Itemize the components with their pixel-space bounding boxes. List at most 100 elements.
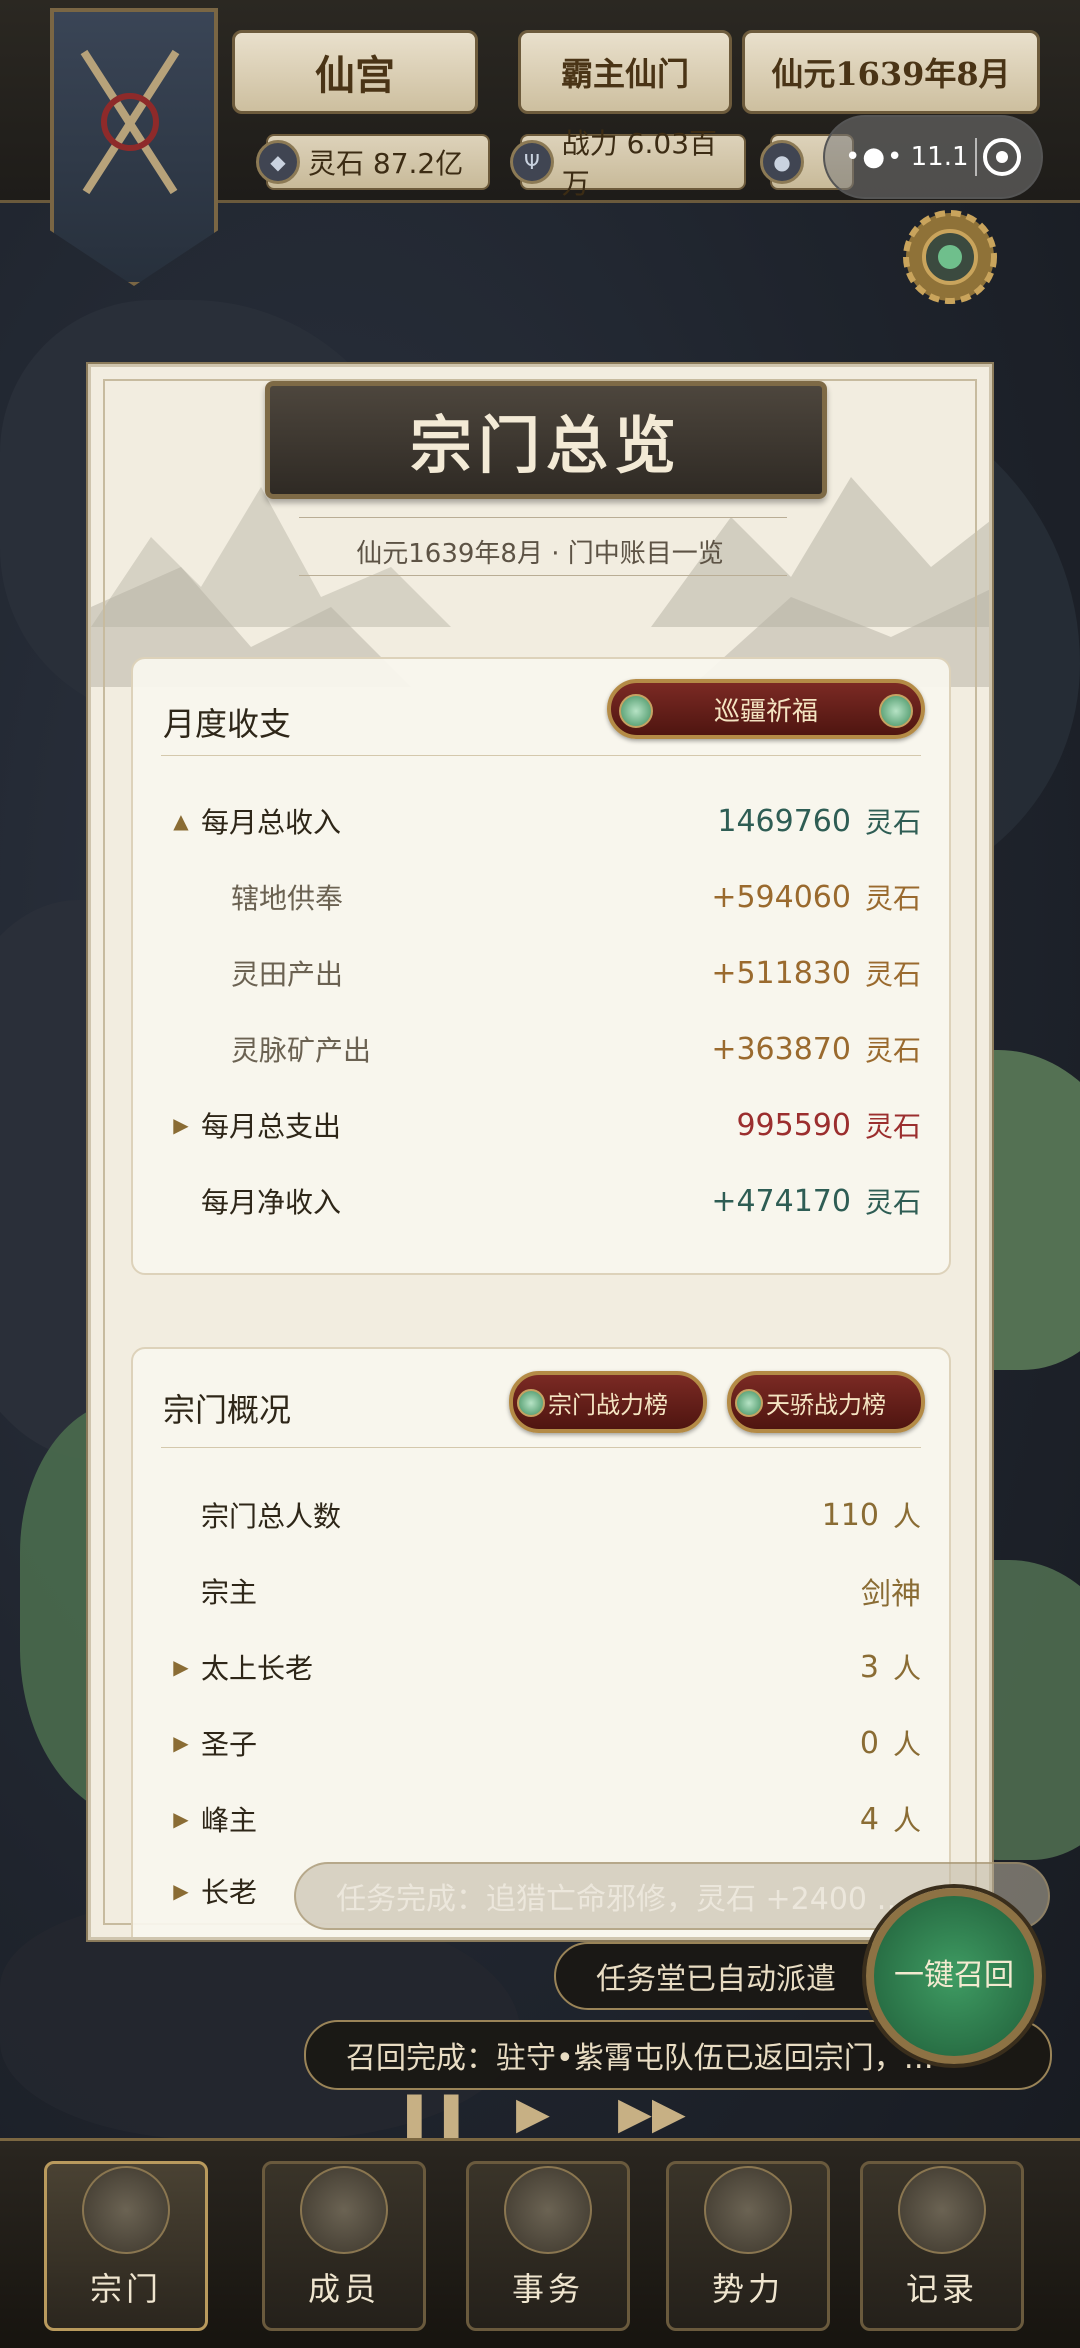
net-income-row: 每月净收入 +474170 灵石	[161, 1171, 921, 1231]
crossed-swords-icon	[80, 49, 180, 195]
row-label: 圣子	[201, 1728, 258, 1761]
expand-arrow-icon[interactable]: ▶	[161, 1731, 201, 1755]
settings-gear-icon[interactable]	[898, 205, 1002, 309]
prodigy-power-ranking-button[interactable]: 天骄战力榜	[727, 1371, 925, 1433]
pavilion-icon	[82, 2166, 170, 2254]
pause-icon[interactable]: ❚❚	[396, 2088, 470, 2139]
peak-master-row[interactable]: ▶ 峰主 4 人	[161, 1789, 921, 1849]
date-plaque: 仙元1639年8月	[742, 30, 1040, 114]
row-value: 3	[859, 1649, 879, 1685]
panel-title: 宗门总览	[265, 381, 827, 499]
trident-icon: Ψ	[510, 140, 554, 184]
row-value: 995590	[736, 1107, 851, 1143]
book-icon	[898, 2166, 986, 2254]
income-detail-row: 灵脉矿产出 +363870 灵石	[161, 1019, 921, 1079]
collapse-arrow-icon[interactable]: ▲	[161, 809, 201, 833]
sect-summary-card: 宗门概况 宗门战力榜 天骄战力榜 宗门总人数 110 人 宗主 剑神 ▶ 太上长…	[131, 1347, 951, 1937]
row-label: 太上长老	[201, 1652, 314, 1685]
row-value: +511830	[711, 955, 851, 991]
row-unit: 灵石	[864, 1110, 921, 1143]
row-value: +594060	[711, 879, 851, 915]
monthly-finance-card: 月度收支 巡疆祈福 ▲ 每月总收入 1469760 灵石 辖地供奉 +59406…	[131, 657, 951, 1275]
grand-elder-row[interactable]: ▶ 太上长老 3 人	[161, 1637, 921, 1697]
disciple-icon	[300, 2166, 388, 2254]
finance-divider	[161, 755, 921, 756]
row-label: 辖地供奉	[231, 882, 344, 915]
nav-tab-members[interactable]: 成员	[262, 2161, 426, 2331]
row-unit: 灵石	[864, 882, 921, 915]
expand-arrow-icon[interactable]: ▶	[161, 1879, 201, 1903]
sect-banner-emblem[interactable]	[50, 8, 218, 286]
one-click-recall-button[interactable]: 一键召回	[866, 1888, 1042, 2064]
income-total-row[interactable]: ▲ 每月总收入 1469760 灵石	[161, 791, 921, 851]
realm-plaque: 仙宫	[232, 30, 478, 114]
row-label: 每月总收入	[201, 806, 342, 839]
row-label: 每月总支出	[201, 1110, 342, 1143]
summary-divider	[161, 1447, 921, 1448]
expand-arrow-icon[interactable]: ▶	[161, 1655, 201, 1679]
bottom-navigation: 宗门 成员 事务 势力 记录	[0, 2138, 1080, 2348]
spirit-stone-icon: ◆	[256, 140, 300, 184]
jade-ornament-icon	[735, 1389, 763, 1417]
finance-heading: 月度收支	[163, 705, 292, 743]
row-unit: 灵石	[864, 806, 921, 839]
row-unit: 灵石	[864, 958, 921, 991]
capsule-text: 11.1	[910, 142, 969, 172]
income-detail-row: 灵田产出 +511830 灵石	[161, 943, 921, 1003]
row-value: +363870	[711, 1031, 851, 1067]
row-label: 灵田产出	[231, 958, 344, 991]
holy-son-row[interactable]: ▶ 圣子 0 人	[161, 1713, 921, 1773]
subtitle-divider-bottom	[299, 575, 787, 576]
sect-power-ranking-label: 宗门战力榜	[548, 1390, 668, 1419]
row-unit: 人	[892, 1500, 921, 1533]
play-speed-icon[interactable]: ▶	[516, 2088, 550, 2139]
row-value: +474170	[711, 1183, 851, 1219]
combat-power-counter: Ψ 战力 6.03百万	[510, 127, 746, 200]
row-value: 剑神	[861, 1577, 921, 1612]
jade-ornament-icon	[879, 694, 913, 728]
nav-tab-sect[interactable]: 宗门	[44, 2161, 208, 2331]
row-label: 每月净收入	[201, 1186, 342, 1219]
nav-label: 势力	[711, 2270, 784, 2308]
prodigy-power-ranking-label: 天骄战力榜	[766, 1390, 886, 1419]
patrol-blessing-button[interactable]: 巡疆祈福	[607, 679, 925, 739]
combat-power-value: 战力 6.03百万	[561, 127, 718, 200]
expense-total-row[interactable]: ▶ 每月总支出 995590 灵石	[161, 1095, 921, 1155]
orb-icon: ●	[760, 140, 804, 184]
income-detail-row: 辖地供奉 +594060 灵石	[161, 867, 921, 927]
nav-label: 宗门	[89, 2270, 162, 2308]
nav-label: 成员	[307, 2270, 380, 2308]
row-unit: 人	[892, 1652, 921, 1685]
row-label: 宗主	[201, 1576, 258, 1609]
capsule-divider	[974, 138, 977, 176]
spirit-stone-counter: ◆ 灵石 87.2亿	[256, 134, 490, 190]
nav-label: 记录	[905, 2270, 978, 2308]
mini-program-capsule[interactable]: •●• 11.1	[823, 115, 1043, 199]
sect-power-ranking-button[interactable]: 宗门战力榜	[509, 1371, 707, 1433]
panel-subtitle: 仙元1639年8月 · 门中账目一览	[356, 539, 724, 569]
row-unit: 人	[892, 1804, 921, 1837]
play-icon	[619, 694, 653, 728]
row-value: 4	[859, 1801, 879, 1837]
scroll-icon	[504, 2166, 592, 2254]
row-value: 1469760	[717, 803, 851, 839]
close-mini-program-icon[interactable]	[983, 138, 1021, 176]
nav-tab-affairs[interactable]: 事务	[466, 2161, 630, 2331]
nav-tab-records[interactable]: 记录	[860, 2161, 1024, 2331]
spirit-stone-value: 灵石 87.2亿	[308, 147, 464, 180]
row-unit: 人	[892, 1728, 921, 1761]
fast-forward-icon[interactable]: ▶▶	[618, 2088, 686, 2139]
expand-arrow-icon[interactable]: ▶	[161, 1113, 201, 1137]
sect-overview-panel: 宗门总览 仙元1639年8月 · 门中账目一览 月度收支 巡疆祈福 ▲ 每月总收…	[88, 364, 992, 1940]
more-menu-icon[interactable]: •●•	[845, 142, 904, 172]
row-label: 宗门总人数	[201, 1500, 342, 1533]
patrol-blessing-label: 巡疆祈福	[713, 696, 818, 727]
row-value: 0	[859, 1725, 879, 1761]
subtitle-divider	[299, 517, 787, 518]
nav-tab-factions[interactable]: 势力	[666, 2161, 830, 2331]
sect-master-row: 宗主 剑神	[161, 1561, 921, 1621]
expand-arrow-icon[interactable]: ▶	[161, 1807, 201, 1831]
row-label: 灵脉矿产出	[231, 1034, 372, 1067]
jade-ornament-icon	[517, 1389, 545, 1417]
sect-title-plaque: 霸主仙门	[518, 30, 732, 114]
